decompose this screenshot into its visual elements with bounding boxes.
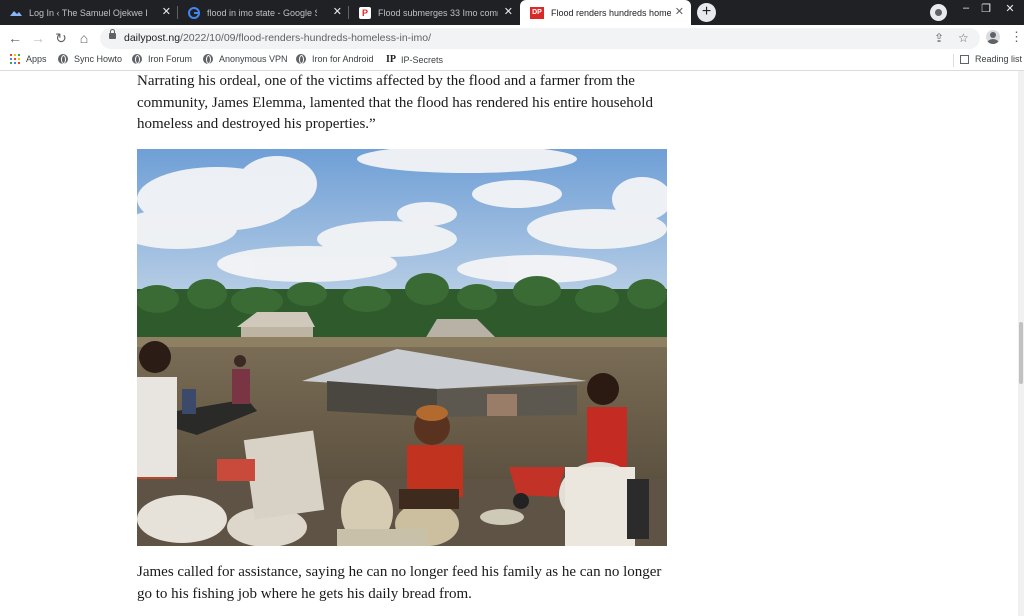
close-icon[interactable]: ✕	[333, 6, 342, 18]
bookmark-label: Sync Howto	[74, 54, 123, 64]
bookmark-apps[interactable]: Apps	[10, 54, 47, 64]
tab-samuel-ojekwe-blog[interactable]: Log In ‹ The Samuel Ojekwe Blog ✕	[0, 0, 178, 25]
article-paragraph-bottom: James called for assistance, saying he c…	[137, 564, 662, 602]
url-path: /2022/10/09/flood-renders-hundreds-homel…	[180, 32, 432, 44]
bookmark-label: IP-Secrets	[401, 54, 444, 65]
url-domain: dailypost.ng	[124, 32, 181, 44]
ip-icon: IP	[386, 54, 396, 65]
globe-icon	[132, 54, 142, 64]
tab-flood-renders-homeless[interactable]: DP Flood renders hundreds homeless in Im…	[520, 0, 691, 25]
flood-photo	[137, 149, 667, 546]
share-icon[interactable]: ⇪	[934, 31, 944, 45]
globe-icon	[296, 54, 306, 64]
home-icon[interactable]: ⌂	[75, 29, 93, 47]
article-paragraph-top: Narrating his ordeal, one of the victims…	[137, 73, 653, 132]
new-tab-button[interactable]: +	[697, 3, 716, 22]
globe-icon	[58, 54, 68, 64]
google-g-icon	[188, 6, 200, 19]
bookmark-iron-for-android[interactable]: Iron for Android	[296, 54, 374, 64]
profile-menu-icon[interactable]	[930, 4, 947, 21]
bookmark-label: Iron for Android	[312, 54, 374, 64]
bookmark-label: Apps	[26, 54, 47, 64]
bookmark-label: Iron Forum	[148, 54, 193, 64]
reading-list-icon	[960, 54, 969, 64]
forward-arrow-icon[interactable]: →	[29, 29, 47, 47]
bookmark-label: Anonymous VPN	[219, 54, 288, 64]
close-icon[interactable]: ✕	[504, 6, 513, 18]
close-icon[interactable]: ✕	[162, 6, 171, 18]
bookmark-sync-howto[interactable]: Sync Howto	[58, 54, 122, 64]
p-favicon-icon: P	[359, 6, 371, 19]
tab-google-search[interactable]: flood in imo state - Google Search ✕	[178, 0, 349, 25]
bookmark-star-icon[interactable]: ☆	[958, 31, 969, 45]
bookmark-ip-secrets[interactable]: IP IP-Secrets	[386, 54, 443, 65]
globe-icon	[203, 54, 213, 64]
bookmarks-bar: Apps Sync Howto Iron Forum Anonymous VPN…	[0, 51, 1024, 71]
reading-list-button[interactable]: Reading list	[960, 54, 1022, 64]
restore-icon[interactable]: ❐	[977, 2, 995, 15]
tab-strip: Log In ‹ The Samuel Ojekwe Blog ✕ flood …	[0, 0, 1024, 25]
minimize-icon[interactable]: –	[957, 2, 975, 14]
address-bar[interactable]: dailypost.ng/2022/10/09/flood-renders-hu…	[100, 28, 980, 49]
window-close-icon[interactable]: ✕	[1001, 2, 1019, 15]
tab-title: Log In ‹ The Samuel Ojekwe Blog	[29, 7, 147, 18]
tab-flood-submerges[interactable]: P Flood submerges 33 Imo communities ✕	[349, 0, 520, 25]
bookmarks-divider	[953, 54, 954, 67]
article-content: Narrating his ordeal, one of the victims…	[0, 71, 1018, 616]
browser-toolbar: ← → ↻ ⌂ dailypost.ng/2022/10/09/flood-re…	[0, 25, 1024, 51]
lock-icon[interactable]	[109, 29, 116, 39]
blog-favicon-icon	[10, 7, 22, 19]
tab-title: flood in imo state - Google Search	[207, 7, 317, 18]
kebab-menu-icon[interactable]: ⋮	[1010, 29, 1023, 45]
bookmark-anonymous-vpn[interactable]: Anonymous VPN	[203, 54, 288, 64]
avatar[interactable]	[986, 30, 1000, 44]
scrollbar-thumb[interactable]	[1019, 322, 1023, 384]
tab-title: Flood submerges 33 Imo communities	[378, 7, 498, 18]
back-arrow-icon[interactable]: ←	[6, 29, 24, 47]
tab-title: Flood renders hundreds homeless in Imo	[551, 7, 671, 18]
close-icon[interactable]: ✕	[675, 6, 684, 18]
apps-grid-icon	[10, 54, 20, 64]
url-text[interactable]: dailypost.ng/2022/10/09/flood-renders-hu…	[124, 32, 431, 44]
dp-favicon-icon: DP	[530, 6, 544, 19]
reading-list-label: Reading list	[975, 54, 1023, 64]
bookmark-iron-forum[interactable]: Iron Forum	[132, 54, 192, 64]
reload-icon[interactable]: ↻	[52, 29, 70, 47]
